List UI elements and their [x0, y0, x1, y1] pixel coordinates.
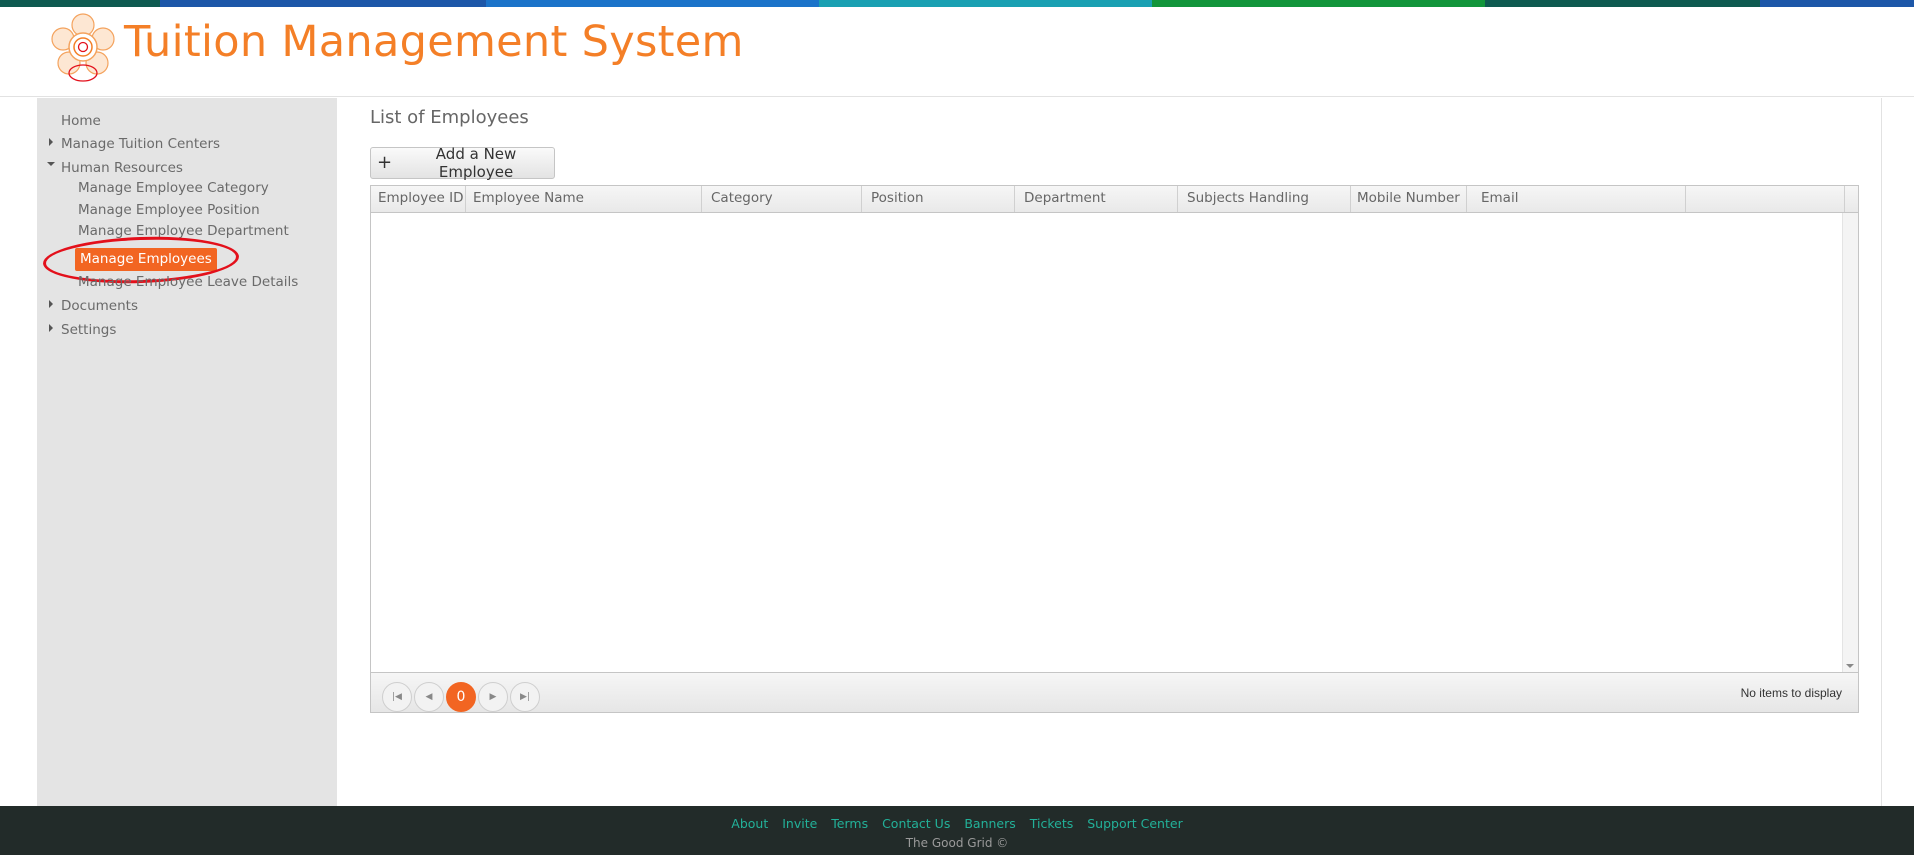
sidebar-item-manage-employee-department[interactable]: Manage Employee Department	[78, 223, 289, 239]
top-color-stripe	[0, 0, 1914, 7]
sidebar-item-settings[interactable]: Settings	[61, 322, 116, 338]
caret-right-icon[interactable]	[49, 324, 53, 332]
footer-links: About Invite Terms Contact Us Banners Ti…	[0, 816, 1914, 831]
pager-info: No items to display	[1740, 686, 1842, 700]
sidebar-item-manage-tuition-centers[interactable]: Manage Tuition Centers	[61, 136, 220, 152]
grid-header: Employee ID Employee Name Category Posit…	[371, 186, 1858, 213]
column-header-actions	[1686, 186, 1845, 212]
last-page-icon[interactable]: ▶|	[510, 682, 540, 712]
sidebar-item-manage-employee-leave-details[interactable]: Manage Employee Leave Details	[78, 274, 298, 290]
grid-pager: |◀ ◀ 0 ▶ ▶| No items to display	[371, 672, 1858, 712]
prev-page-icon[interactable]: ◀	[414, 682, 444, 712]
column-header-position[interactable]: Position	[862, 186, 1015, 212]
footer-link-terms[interactable]: Terms	[831, 816, 868, 831]
sidebar-item-human-resources[interactable]: Human Resources	[61, 160, 183, 176]
sidebar-item-manage-employee-category[interactable]: Manage Employee Category	[78, 180, 269, 196]
column-header-mobile-number[interactable]: Mobile Number	[1351, 186, 1467, 212]
first-page-icon[interactable]: |◀	[382, 682, 412, 712]
footer-link-invite[interactable]: Invite	[782, 816, 817, 831]
sidebar-item-documents[interactable]: Documents	[61, 298, 138, 314]
column-header-employee-name[interactable]: Employee Name	[466, 186, 702, 212]
grid-scrollbar[interactable]	[1842, 213, 1858, 672]
sidebar: Home Manage Tuition Centers Human Resour…	[37, 98, 337, 806]
sidebar-item-manage-employee-position[interactable]: Manage Employee Position	[78, 202, 260, 218]
plus-icon: +	[377, 152, 393, 173]
main-right-border	[1881, 98, 1882, 806]
next-page-icon[interactable]: ▶	[478, 682, 508, 712]
column-header-email[interactable]: Email	[1467, 186, 1686, 212]
footer-link-tickets[interactable]: Tickets	[1030, 816, 1074, 831]
column-header-category[interactable]: Category	[702, 186, 862, 212]
caret-right-icon[interactable]	[49, 300, 53, 308]
caret-down-icon[interactable]	[47, 162, 55, 166]
scroll-down-icon[interactable]	[1846, 664, 1854, 668]
footer-link-about[interactable]: About	[731, 816, 768, 831]
employees-grid: Employee ID Employee Name Category Posit…	[370, 185, 1859, 713]
footer-copyright: The Good Grid ©	[905, 836, 1009, 850]
footer-link-banners[interactable]: Banners	[964, 816, 1015, 831]
column-header-employee-id[interactable]: Employee ID	[371, 186, 466, 212]
app-header: Tuition Management System	[0, 7, 1914, 97]
current-page-button[interactable]: 0	[446, 682, 476, 712]
footer-link-contact-us[interactable]: Contact Us	[882, 816, 950, 831]
footer-link-support-center[interactable]: Support Center	[1087, 816, 1182, 831]
add-employee-button-label: Add a New Employee	[435, 145, 517, 181]
add-employee-button[interactable]: + Add a New Employee	[370, 145, 555, 181]
column-header-subjects-handling[interactable]: Subjects Handling	[1178, 186, 1351, 212]
caret-right-icon[interactable]	[49, 138, 53, 146]
footer: About Invite Terms Contact Us Banners Ti…	[0, 806, 1914, 855]
column-header-department[interactable]: Department	[1015, 186, 1178, 212]
app-title: Tuition Management System	[124, 17, 744, 67]
grid-body	[371, 213, 1842, 672]
sidebar-item-home[interactable]: Home	[61, 113, 101, 129]
flower-logo-icon	[51, 13, 115, 82]
page-title: List of Employees	[370, 107, 529, 128]
